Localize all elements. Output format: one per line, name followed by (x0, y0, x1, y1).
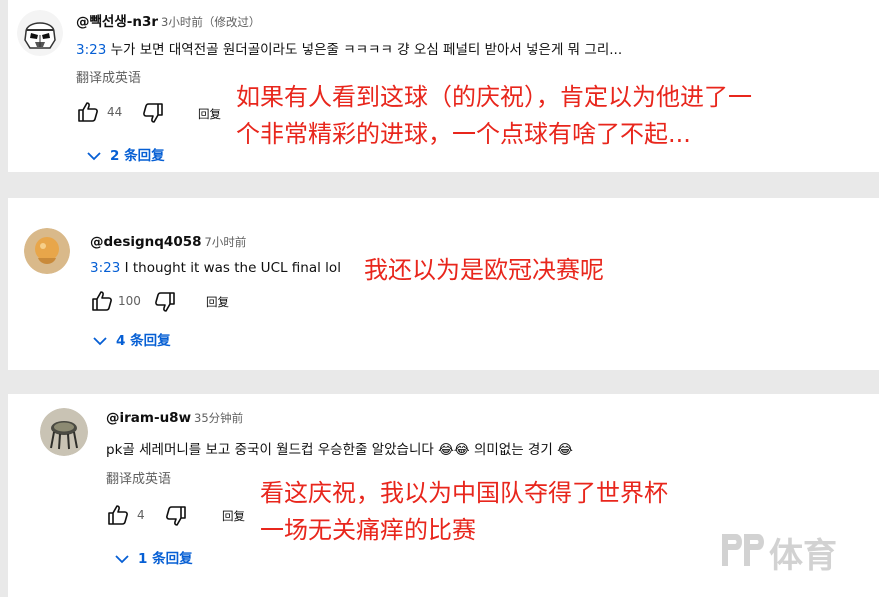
comment-author[interactable]: @iram-u8w (106, 410, 191, 426)
chair-avatar-icon (40, 408, 88, 456)
laughing-emoji: 😂 (557, 442, 573, 458)
thumbs-up-icon[interactable] (106, 503, 130, 527)
annotation-line: 个非常精彩的进球，一个点球有啥了不起... (236, 120, 691, 148)
comment-text: 누가 보면 대역전골 원더골이라도 넣은줄 ㅋㅋㅋㅋ 걍 오심 페널티 받아서 … (106, 42, 623, 58)
comment-text: 의미없는 경기 (469, 442, 553, 458)
avatar[interactable] (17, 10, 63, 56)
comment-author[interactable]: @빽선생-n3r (76, 14, 158, 30)
stormtrooper-avatar-icon (17, 10, 63, 56)
comment-text: pk골 세레머니를 보고 중국이 월드컵 우승한줄 알았습니다 (106, 442, 434, 458)
comment-card-1: @빽선생-n3r 3小时前（修改过） 3:23 누가 보면 대역전골 원더골이라도… (8, 0, 879, 172)
timestamp-link[interactable]: 3:23 (90, 260, 120, 276)
timestamp-link[interactable]: 3:23 (76, 42, 106, 58)
thumbs-down-icon[interactable] (153, 290, 177, 314)
like-count: 4 (137, 508, 145, 522)
reply-button[interactable]: 回复 (206, 294, 229, 310)
view-replies-button[interactable]: 2 条回复 (86, 144, 165, 164)
annotation-line: 一场无关痛痒的比赛 (260, 516, 476, 544)
comment-time[interactable]: 7小时前 (205, 235, 247, 249)
translate-button[interactable]: 翻译成英语 (106, 468, 171, 487)
pp-sports-logo-icon (722, 534, 764, 566)
laughing-emoji: 😂😂 (438, 442, 470, 458)
avatar[interactable] (24, 228, 70, 274)
thumbs-down-icon[interactable] (164, 504, 188, 528)
translate-button[interactable]: 翻译成英语 (76, 67, 141, 86)
comment-author[interactable]: @designq4058 (90, 234, 202, 250)
comment-time[interactable]: 35分钟前 (194, 411, 243, 425)
annotation-line: 看这庆祝，我以为中国队夺得了世界杯 (260, 479, 668, 507)
reply-button[interactable]: 回复 (222, 508, 245, 524)
avatar[interactable] (40, 408, 88, 456)
replies-label: 4 条回复 (116, 333, 171, 349)
chevron-down-icon (115, 555, 129, 564)
view-replies-button[interactable]: 1 条回复 (114, 547, 193, 567)
like-count: 44 (107, 105, 123, 119)
view-replies-button[interactable]: 4 条回复 (92, 329, 171, 349)
watermark-label: 体育 (769, 536, 837, 576)
comment-card-2: @designq4058 7小时前 3:23 I thought it was t… (8, 198, 879, 370)
chevron-down-icon (87, 152, 101, 161)
replies-label: 1 条回复 (138, 551, 193, 567)
annotation-line: 我还以为是欧冠决赛呢 (364, 256, 604, 284)
annotation-line: 如果有人看到这球（的庆祝），肯定以为他进了一 (236, 83, 752, 111)
thumbs-down-icon[interactable] (141, 101, 165, 125)
replies-label: 2 条回复 (110, 148, 165, 164)
reply-button[interactable]: 回复 (198, 106, 221, 122)
thumbs-up-icon[interactable] (90, 289, 114, 313)
orange-avatar-icon (24, 228, 70, 274)
comment-text: I thought it was the UCL final lol (120, 260, 341, 276)
thumbs-up-icon[interactable] (76, 100, 100, 124)
comment-time[interactable]: 3小时前（修改过） (161, 15, 260, 29)
chevron-down-icon (93, 337, 107, 346)
like-count: 100 (118, 294, 141, 308)
